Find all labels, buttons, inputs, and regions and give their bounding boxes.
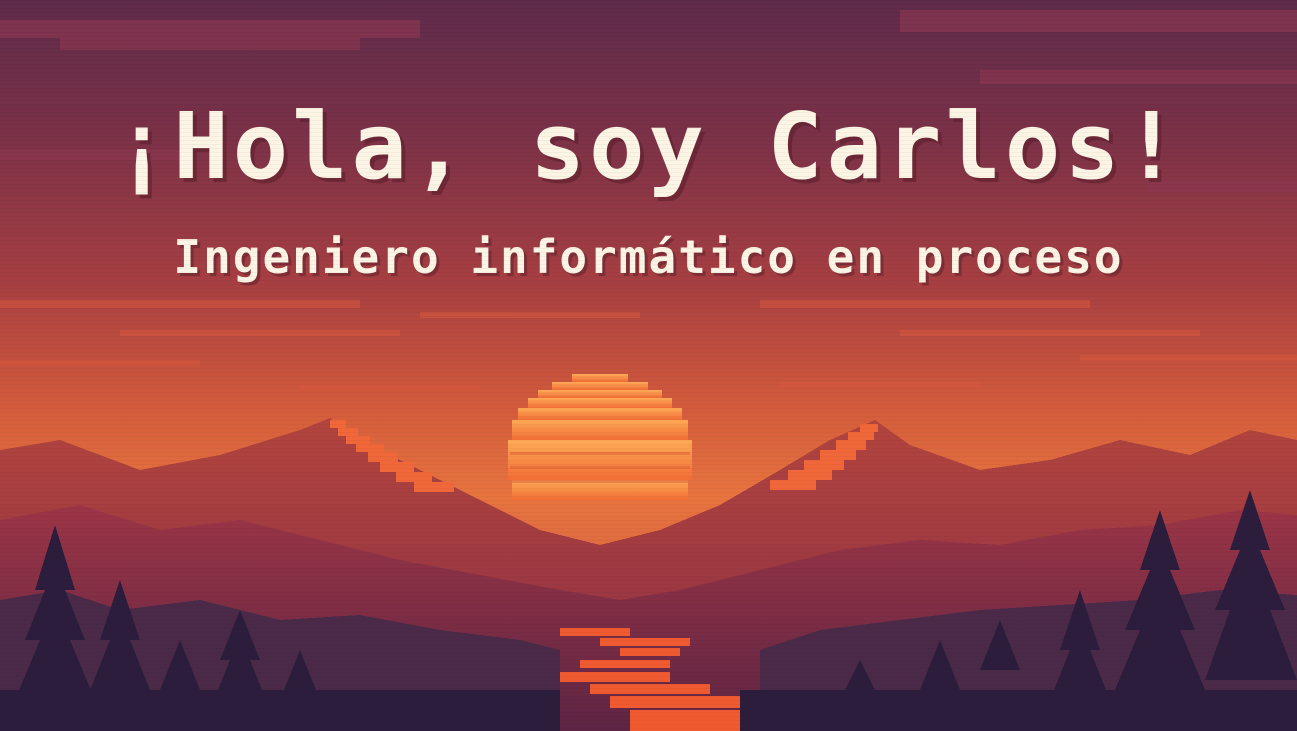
hero-banner: ¡Hola, soy Carlos! Ingeniero informático… [0, 0, 1297, 731]
subtitle: Ingeniero informático en proceso [173, 230, 1124, 284]
headline: ¡Hola, soy Carlos! [114, 93, 1183, 200]
